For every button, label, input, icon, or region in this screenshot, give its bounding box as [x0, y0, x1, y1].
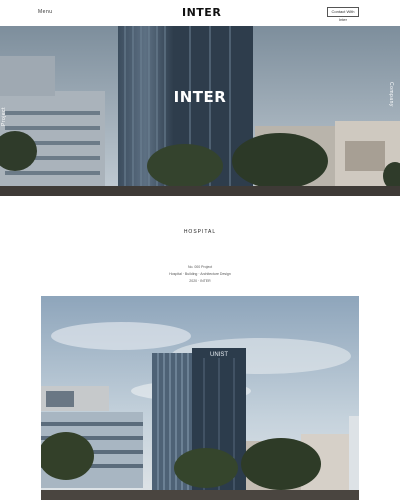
info-line: No. 000 Project: [187, 265, 213, 269]
section-heading: HOSPITAL: [183, 229, 217, 235]
project-info: No. 000 Project Hospital · Building · Ar…: [0, 264, 400, 285]
info-line: 2020 · INTER: [189, 279, 211, 283]
info-line: Hospital · Building · Architecture Desig…: [169, 272, 231, 276]
building-sign: UNIST: [210, 352, 228, 358]
menu-link[interactable]: Menu: [38, 9, 53, 15]
hero-photo: [0, 26, 400, 196]
project-photo: UNIST: [41, 296, 359, 500]
building-image: UNIST: [41, 296, 359, 500]
company-side-link[interactable]: Company: [384, 82, 394, 132]
hero-banner: INTER Project Company: [0, 26, 400, 196]
top-header: Menu INTER Contact With Inter: [0, 0, 400, 26]
site-logo[interactable]: INTER: [182, 6, 221, 19]
hero-title: INTER: [173, 88, 227, 106]
contact-button[interactable]: Contact With Inter: [327, 7, 359, 22]
project-side-link[interactable]: Project: [1, 86, 11, 126]
